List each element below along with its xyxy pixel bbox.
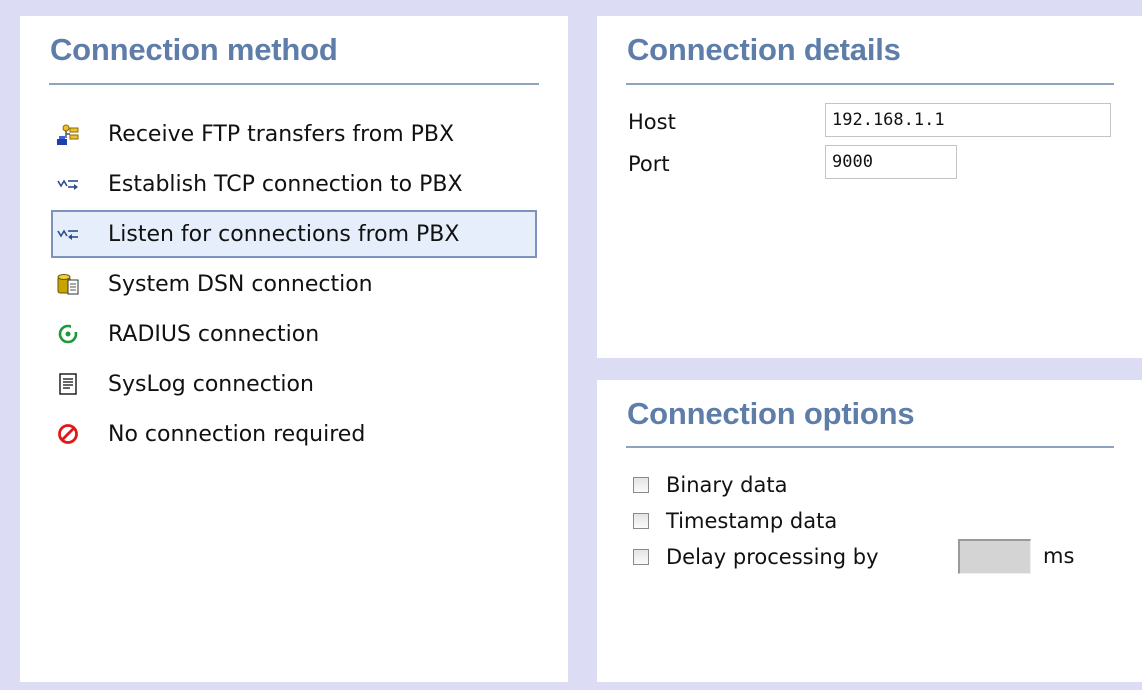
radius-icon	[56, 322, 80, 346]
title-divider	[626, 83, 1114, 85]
host-label: Host	[628, 110, 676, 134]
ftp-transfer-icon	[56, 122, 80, 146]
tcp-outbound-icon	[56, 172, 80, 196]
method-item-label: System DSN connection	[108, 271, 373, 297]
binary-data-checkbox[interactable]	[633, 477, 649, 493]
timestamp-data-label: Timestamp data	[666, 509, 838, 533]
connection-options-panel: Connection options Binary data Timestamp…	[597, 380, 1142, 682]
connection-method-list: Receive FTP transfers from PBX Establish…	[51, 110, 539, 458]
tcp-listen-icon	[56, 222, 80, 246]
delay-unit-label: ms	[1043, 544, 1075, 568]
delay-ms-input[interactable]	[958, 539, 1031, 574]
connection-options-title: Connection options	[627, 396, 915, 431]
method-item-syslog[interactable]: SysLog connection	[51, 360, 537, 408]
method-item-tcp-establish[interactable]: Establish TCP connection to PBX	[51, 160, 537, 208]
method-item-label: Establish TCP connection to PBX	[108, 171, 463, 197]
title-divider	[49, 83, 539, 85]
method-item-tcp-listen[interactable]: Listen for connections from PBX	[51, 210, 537, 258]
title-divider	[626, 446, 1114, 448]
no-connection-icon	[56, 422, 80, 446]
method-item-no-connection[interactable]: No connection required	[51, 410, 537, 458]
delay-processing-label: Delay processing by	[666, 545, 879, 569]
binary-data-label: Binary data	[666, 473, 788, 497]
timestamp-data-checkbox[interactable]	[633, 513, 649, 529]
method-item-ftp[interactable]: Receive FTP transfers from PBX	[51, 110, 537, 158]
method-item-label: Listen for connections from PBX	[108, 221, 460, 247]
connection-method-panel: Connection method Receive FTP transfers …	[20, 16, 568, 682]
connection-method-title: Connection method	[50, 32, 338, 67]
method-item-label: RADIUS connection	[108, 321, 320, 347]
delay-processing-option: Delay processing by	[633, 545, 879, 569]
database-icon	[56, 272, 80, 296]
method-item-label: No connection required	[108, 421, 366, 447]
syslog-document-icon	[56, 372, 80, 396]
method-item-system-dsn[interactable]: System DSN connection	[51, 260, 537, 308]
method-item-radius[interactable]: RADIUS connection	[51, 310, 537, 358]
timestamp-data-option: Timestamp data	[633, 509, 837, 533]
connection-details-title: Connection details	[627, 32, 901, 67]
delay-processing-checkbox[interactable]	[633, 549, 649, 565]
port-label: Port	[628, 152, 670, 176]
host-input[interactable]	[825, 103, 1111, 137]
method-item-label: SysLog connection	[108, 371, 314, 397]
port-input[interactable]	[825, 145, 957, 179]
connection-details-panel: Connection details Host Port	[597, 16, 1142, 358]
method-item-label: Receive FTP transfers from PBX	[108, 121, 455, 147]
binary-data-option: Binary data	[633, 473, 787, 497]
